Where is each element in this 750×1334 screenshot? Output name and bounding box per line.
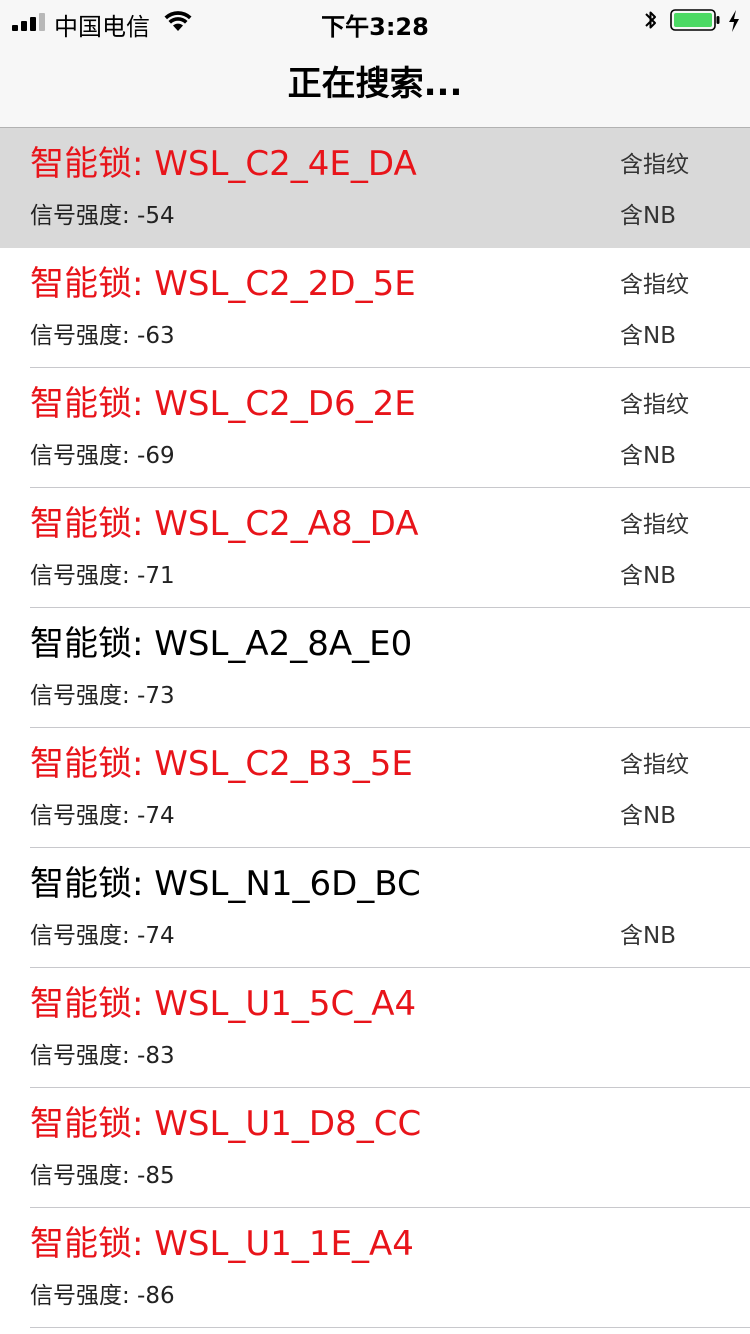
device-row[interactable]: 智能锁: WSL_U1_D8_CC 信号强度: -85 xyxy=(0,1088,750,1208)
device-row[interactable]: 智能锁: WSL_C2_2D_5E 信号强度: -63 含指纹含NB xyxy=(0,248,750,368)
signal-strength: 信号强度: -69 xyxy=(30,443,175,469)
device-name: 智能锁: WSL_C2_2D_5E xyxy=(30,264,416,304)
device-row[interactable]: 智能锁: WSL_N1_6D_BC 信号强度: -74 含NB xyxy=(0,848,750,968)
fingerprint-tag: 含指纹 xyxy=(620,512,689,538)
signal-strength: 信号强度: -63 xyxy=(30,323,175,349)
device-name: 智能锁: WSL_A2_8A_E0 xyxy=(30,624,413,664)
fingerprint-tag: 含指纹 xyxy=(620,392,689,418)
status-time: 下午3:28 xyxy=(321,13,429,41)
status-bar: 中国电信 下午3:28 xyxy=(0,0,750,41)
device-name: 智能锁: WSL_U1_1E_A4 xyxy=(30,1224,414,1264)
device-name: 智能锁: WSL_C2_D6_2E xyxy=(30,384,416,424)
nb-tag: 含NB xyxy=(620,443,676,469)
device-row[interactable]: 智能锁: WSL_C2_B3_5E 信号强度: -74 含指纹含NB xyxy=(0,728,750,848)
device-row[interactable]: 智能锁: WSL_U1_5C_A4 信号强度: -83 xyxy=(0,968,750,1088)
nb-tag: 含NB xyxy=(620,203,676,229)
device-name: 智能锁: WSL_C2_A8_DA xyxy=(30,504,419,544)
navigation-bar: 正在搜索... xyxy=(0,40,750,128)
fingerprint-tag: 含指纹 xyxy=(620,152,689,178)
device-list[interactable]: 智能锁: WSL_C2_4E_DA 信号强度: -54 含指纹 含NB 智能锁: WSL… xyxy=(0,128,750,1328)
device-name: 智能锁: WSL_U1_5C_A4 xyxy=(30,984,417,1024)
bluetooth-icon xyxy=(645,11,656,29)
nb-tag: 含NB xyxy=(620,323,676,349)
device-row[interactable]: 智能锁: WSL_C2_D6_2E 信号强度: -69 含指纹含NB xyxy=(0,368,750,488)
device-name: 智能锁: WSL_N1_6D_BC xyxy=(30,864,421,904)
signal-strength: 信号强度: -85 xyxy=(30,1163,175,1189)
nb-tag: 含NB xyxy=(620,923,676,949)
row-separator xyxy=(30,1327,750,1328)
signal-strength: 信号强度: -83 xyxy=(30,1043,175,1069)
signal-strength: 信号强度: -74 xyxy=(30,803,175,829)
signal-strength: 信号强度: -74 xyxy=(30,923,175,949)
battery-icon xyxy=(670,9,720,31)
signal-strength: 信号强度: -54 xyxy=(30,203,175,229)
charging-bolt-icon xyxy=(729,10,739,32)
device-row[interactable]: 智能锁: WSL_A2_8A_E0 信号强度: -73 xyxy=(0,608,750,728)
device-row[interactable]: 智能锁: WSL_U1_1E_A4 信号强度: -86 xyxy=(0,1208,750,1328)
device-name: 智能锁: WSL_C2_B3_5E xyxy=(30,744,413,784)
fingerprint-tag: 含指纹 xyxy=(620,272,689,298)
fingerprint-tag: 含指纹 xyxy=(620,752,689,778)
page-title: 正在搜索... xyxy=(287,64,463,104)
signal-strength: 信号强度: -86 xyxy=(30,1283,175,1309)
nb-tag: 含NB xyxy=(620,803,676,829)
device-name: 智能锁: WSL_U1_D8_CC xyxy=(30,1104,422,1144)
signal-strength: 信号强度: -71 xyxy=(30,563,175,589)
device-name: 智能锁: WSL_C2_4E_DA xyxy=(30,144,417,184)
signal-strength: 信号强度: -73 xyxy=(30,683,175,709)
device-row[interactable]: 智能锁: WSL_C2_A8_DA 信号强度: -71 含指纹含NB xyxy=(0,488,750,608)
device-row[interactable]: 智能锁: WSL_C2_4E_DA 信号强度: -54 含指纹含NB xyxy=(0,128,750,248)
nb-tag: 含NB xyxy=(620,563,676,589)
